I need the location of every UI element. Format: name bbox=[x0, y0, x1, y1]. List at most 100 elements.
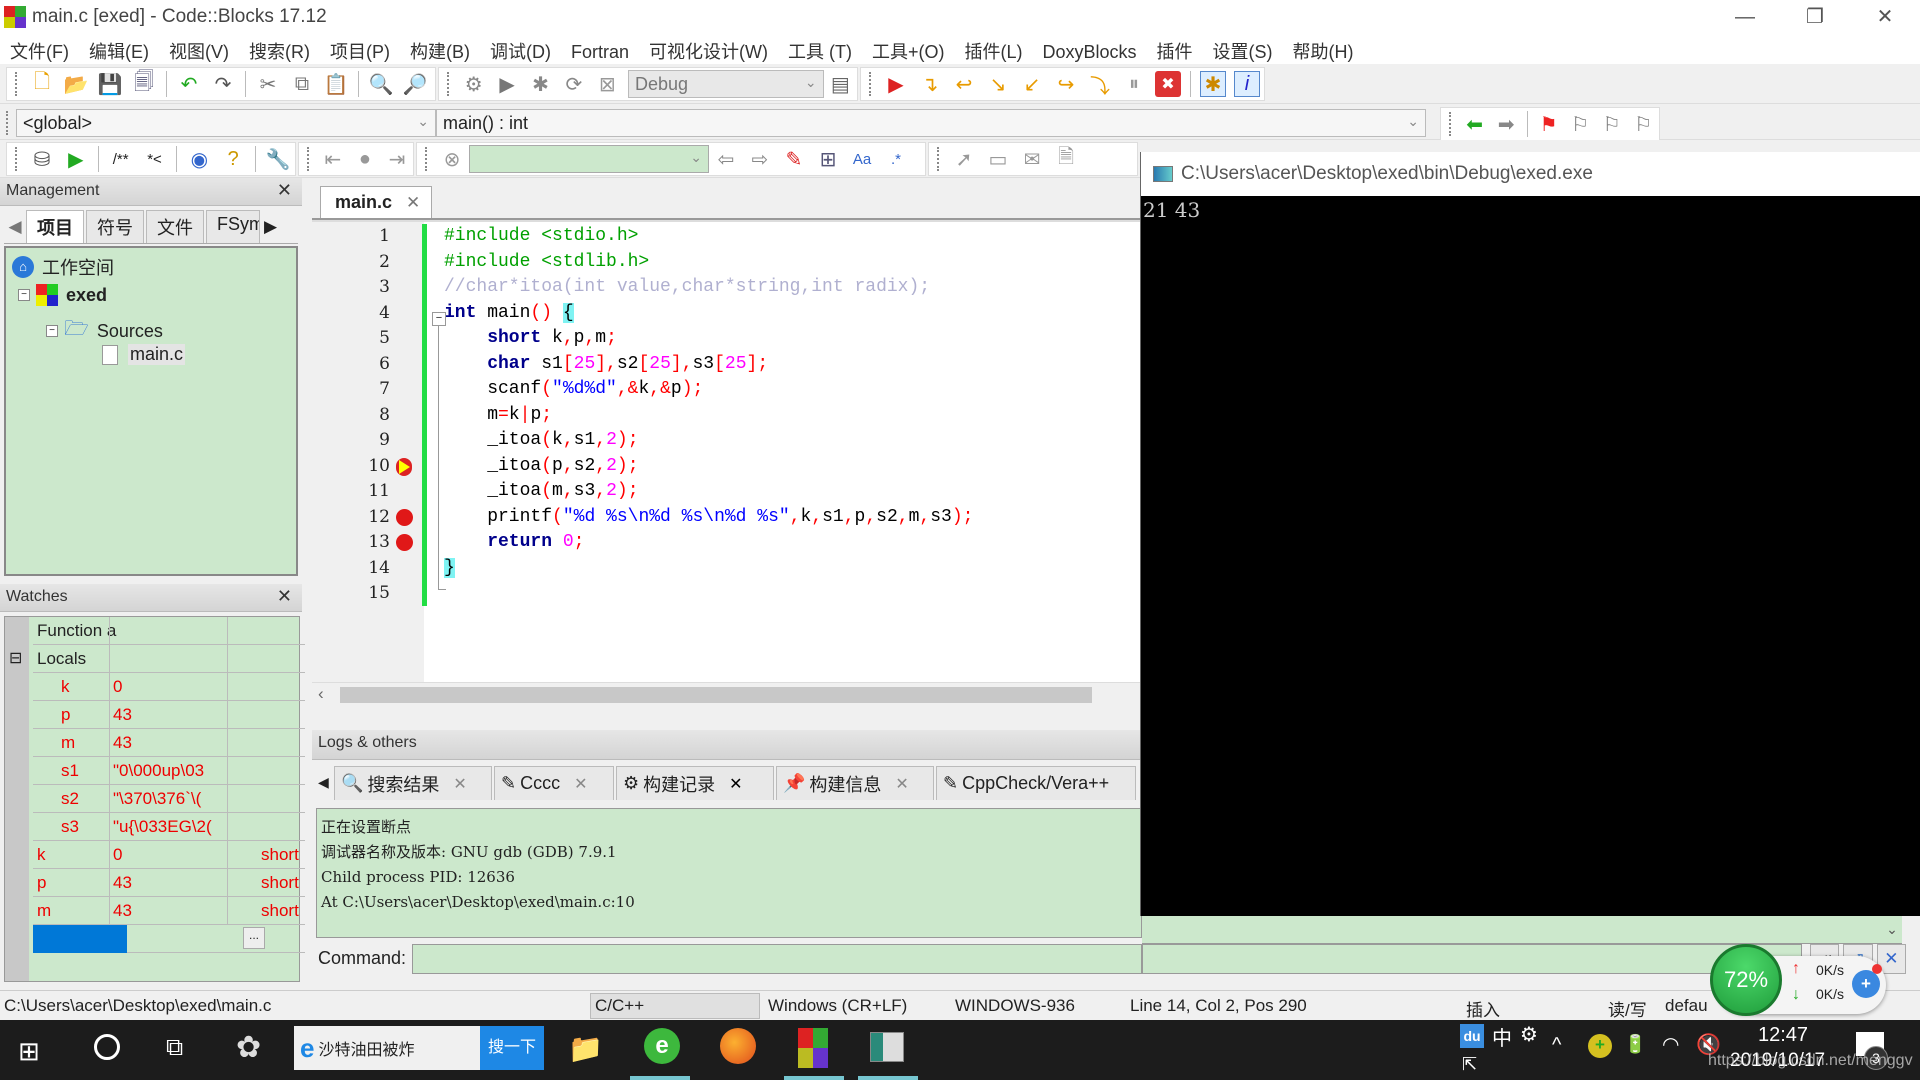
selected-text-only-icon[interactable]: ⊞ bbox=[815, 146, 841, 172]
toolbar-grip[interactable] bbox=[425, 147, 429, 171]
current-line-marker-icon[interactable] bbox=[396, 457, 412, 476]
windows-start-icon[interactable]: ⊞ bbox=[18, 1036, 40, 1067]
watch-row[interactable]: m 43 bbox=[33, 729, 305, 757]
battery-icon[interactable]: 🔋 bbox=[1624, 1034, 1646, 1055]
tab-management-1[interactable]: 符号 bbox=[86, 210, 144, 243]
tab-log-3[interactable]: 📌 构建信息 ✕ bbox=[776, 766, 934, 800]
doxy-config-icon[interactable]: 🔧 bbox=[265, 146, 291, 172]
debug-info-icon[interactable]: i bbox=[1234, 71, 1260, 97]
watch-row[interactable]: p 43 short bbox=[33, 869, 305, 897]
step-into-instruction-icon[interactable]: ⤵ bbox=[1087, 71, 1113, 98]
close-tab-icon[interactable]: ✕ bbox=[895, 774, 908, 794]
stop-debug-icon[interactable]: ✖ bbox=[1155, 71, 1181, 97]
task-view-icon[interactable]: ⧉ bbox=[166, 1034, 183, 1062]
step-out-icon[interactable]: ↙ bbox=[1019, 71, 1045, 97]
firefox-icon[interactable] bbox=[720, 1028, 756, 1064]
run-html-icon[interactable]: ◉ bbox=[186, 146, 212, 172]
speedup-plus-icon[interactable]: + bbox=[1852, 970, 1880, 998]
show-hidden-icons[interactable]: ^ bbox=[1552, 1034, 1561, 1057]
pause-icon[interactable]: ⏸ bbox=[1121, 71, 1147, 97]
watch-row[interactable]: s3 "u{\033EG\2( bbox=[33, 813, 305, 841]
menu-item[interactable]: DoxyBlocks bbox=[1033, 38, 1147, 67]
menu-item[interactable]: 搜索(R) bbox=[239, 34, 320, 68]
function-select[interactable]: main() : int ⌄ bbox=[436, 109, 1426, 137]
watch-row[interactable]: Locals ⊟ bbox=[9, 645, 305, 673]
toolbar-grip[interactable] bbox=[1449, 112, 1453, 136]
watch-row[interactable]: p 43 bbox=[33, 701, 305, 729]
menu-item[interactable]: 插件(L) bbox=[955, 34, 1033, 68]
next-line-icon[interactable]: ↩ bbox=[951, 71, 977, 97]
save-icon[interactable]: 💾 bbox=[97, 71, 123, 97]
debug-start-icon[interactable]: ▶ bbox=[883, 71, 909, 97]
rebuild-icon[interactable]: ⟳ bbox=[561, 71, 586, 97]
doxy-extract-icon[interactable]: ▶ bbox=[63, 146, 89, 172]
run-chm-icon[interactable]: ? bbox=[220, 146, 246, 172]
fold-marker-icon[interactable]: − bbox=[432, 312, 446, 326]
more-button[interactable]: ... bbox=[243, 927, 265, 949]
watch-new-row[interactable]: ... bbox=[33, 925, 305, 953]
regex-icon[interactable]: .* bbox=[883, 146, 909, 172]
menu-item[interactable]: 工具+(O) bbox=[862, 34, 955, 68]
toolbar-grip[interactable] bbox=[307, 147, 311, 171]
toolbar-grip[interactable] bbox=[869, 72, 873, 96]
replace-icon[interactable]: 🔎 bbox=[402, 71, 428, 97]
file-explorer-icon[interactable]: 📁 bbox=[568, 1032, 603, 1065]
menu-item[interactable]: 插件 bbox=[1147, 34, 1203, 68]
save-all-icon[interactable]: 🗐 bbox=[131, 71, 157, 97]
ime-expand-icon[interactable]: ⇱ bbox=[1462, 1054, 1477, 1075]
breakpoint-icon[interactable] bbox=[396, 508, 413, 526]
jump-dot-icon[interactable]: ● bbox=[353, 146, 377, 172]
undo-icon[interactable]: ↶ bbox=[176, 71, 202, 97]
watch-row[interactable]: m 43 short bbox=[33, 897, 305, 925]
tree-file-main-c[interactable]: main.c bbox=[102, 344, 186, 365]
jump-back-icon[interactable]: ⇤ bbox=[321, 146, 345, 172]
cortana-icon[interactable] bbox=[94, 1034, 120, 1060]
forward-arrow-icon[interactable]: ➡ bbox=[1494, 111, 1518, 137]
console-window[interactable]: C:\Users\acer\Desktop\exed\bin\Debug\exe… bbox=[1140, 152, 1920, 916]
incremental-search-input[interactable]: ⌄ bbox=[469, 145, 709, 173]
ime-mode[interactable]: 中 bbox=[1492, 1022, 1512, 1051]
close-tab-icon[interactable]: ✕ bbox=[406, 193, 420, 213]
menu-item[interactable]: 视图(V) bbox=[159, 34, 239, 68]
close-tab-icon[interactable]: ✕ bbox=[729, 774, 742, 794]
memory-usage-gauge[interactable]: 72% bbox=[1710, 944, 1782, 1016]
tab-scroll-left-icon[interactable]: ◀ bbox=[4, 217, 26, 243]
document-icon[interactable]: 🗎 bbox=[1053, 146, 1079, 172]
watch-row[interactable]: k 0 short bbox=[33, 841, 305, 869]
menu-item[interactable]: Fortran bbox=[561, 38, 639, 67]
ime-settings-icon[interactable]: ⚙ bbox=[1520, 1022, 1538, 1047]
browser-360-icon[interactable]: e bbox=[644, 1028, 680, 1064]
watch-row[interactable]: s2 "\370\376`\( bbox=[33, 785, 305, 813]
restore-button[interactable]: ❐ bbox=[1780, 0, 1850, 34]
watch-row[interactable]: Function a bbox=[33, 617, 305, 645]
baidu-ime-icon[interactable]: du bbox=[1460, 1024, 1484, 1048]
frame-icon[interactable]: ▭ bbox=[985, 146, 1011, 172]
tree-folder-sources[interactable]: − 🗁 Sources bbox=[46, 314, 163, 348]
toolbar-grip[interactable] bbox=[15, 147, 19, 171]
highlight-icon[interactable]: ✎ bbox=[781, 146, 807, 172]
abort-icon[interactable]: ⊠ bbox=[595, 71, 620, 97]
toolbar-grip[interactable] bbox=[6, 111, 10, 135]
search-next-icon[interactable]: ⇨ bbox=[747, 146, 773, 172]
copy-icon[interactable]: ⧉ bbox=[289, 71, 315, 97]
build-and-run-icon[interactable]: ✱ bbox=[528, 71, 553, 97]
close-tab-icon[interactable]: ✕ bbox=[574, 774, 587, 794]
tab-scroll-left-icon[interactable]: ◀ bbox=[318, 774, 329, 791]
tab-log-1[interactable]: ✎ Cccc ✕ bbox=[494, 766, 614, 800]
close-icon[interactable]: ✕ bbox=[277, 586, 292, 607]
clear-bookmarks-icon[interactable]: ⚐ bbox=[1631, 111, 1655, 137]
console-taskbar-icon[interactable] bbox=[870, 1032, 904, 1062]
search-prev-icon[interactable]: ⇦ bbox=[713, 146, 739, 172]
tab-log-0[interactable]: 🔍 搜索结果 ✕ bbox=[334, 766, 492, 800]
tree-project[interactable]: − exed bbox=[18, 284, 107, 306]
tab-management-0[interactable]: 项目 bbox=[26, 210, 84, 243]
build-gear-icon[interactable]: ⚙ bbox=[461, 71, 486, 97]
pinned-app-icon[interactable]: ✿ bbox=[236, 1030, 261, 1065]
jump-forward-icon[interactable]: ⇥ bbox=[385, 146, 409, 172]
taskbar-search-button[interactable]: 搜一下 bbox=[480, 1026, 544, 1070]
menu-item[interactable]: 可视化设计(W) bbox=[639, 34, 778, 68]
cut-icon[interactable]: ✂ bbox=[255, 71, 281, 97]
debug-windows-icon[interactable]: ✱ bbox=[1200, 71, 1226, 97]
menu-item[interactable]: 工具 (T) bbox=[778, 34, 862, 68]
back-arrow-icon[interactable]: ⬅ bbox=[1463, 111, 1487, 137]
